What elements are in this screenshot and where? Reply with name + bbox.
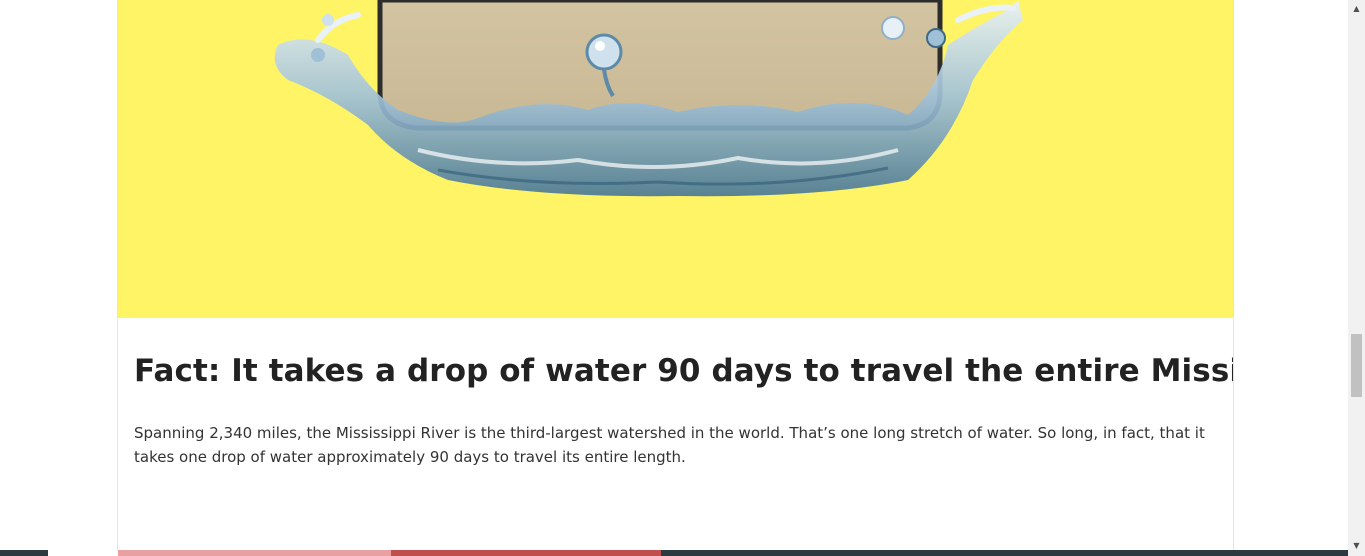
hero-image: [118, 0, 1233, 318]
water-splash-illustration: [274, 0, 1023, 197]
vertical-scrollbar[interactable]: ▲ ▼: [1348, 0, 1365, 556]
scrollbar-thumb[interactable]: [1351, 334, 1362, 397]
article-card: Fact: It takes a drop of water 90 days t…: [117, 0, 1234, 550]
bottom-strip-segment: [0, 550, 48, 556]
bottom-edge-strip: [0, 550, 1348, 556]
fact-heading: Fact: It takes a drop of water 90 days t…: [134, 353, 1234, 389]
fact-body-text: Spanning 2,340 miles, the Mississippi Ri…: [134, 424, 1205, 466]
page-viewport: Fact: It takes a drop of water 90 days t…: [0, 0, 1365, 556]
scroll-down-arrow-icon[interactable]: ▼: [1348, 537, 1365, 554]
bottom-strip-segment: [118, 550, 391, 556]
bottom-strip-segment: [391, 550, 661, 556]
bottom-strip-segment: [661, 550, 1348, 556]
scroll-up-arrow-icon[interactable]: ▲: [1348, 0, 1365, 17]
